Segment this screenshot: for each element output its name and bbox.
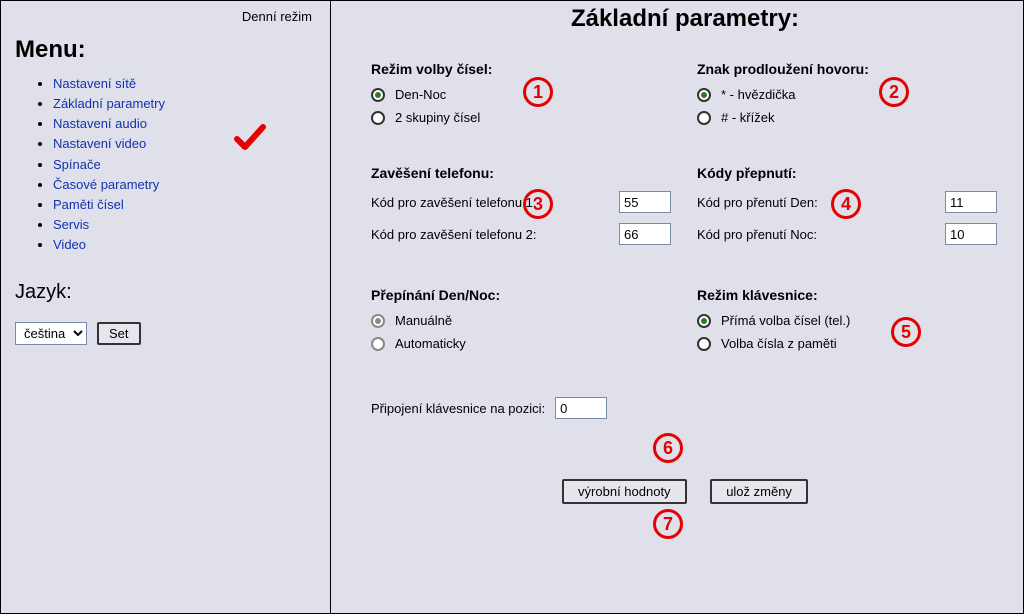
menu-heading: Menu: [15,36,312,64]
radio-prolong-star[interactable] [697,88,711,102]
radio-daynight-manual[interactable] [371,314,385,328]
prolong-title: Znak prodloužení hovoru: [697,61,999,77]
sidebar-item-time[interactable]: Časové parametry [53,177,159,192]
sidebar-item-video-cfg[interactable]: Nastavení video [53,136,146,151]
group-dial-mode: Režim volby čísel: Den-Noc 2 skupiny čís… [371,61,673,133]
switch-night-input[interactable] [945,223,997,245]
radio-label: Přímá volba čísel (tel.) [721,313,850,328]
checkmark-icon [233,123,267,153]
hangup-title: Zavěšení telefonu: [371,165,673,181]
annotation-7-icon: 7 [653,509,683,539]
page-title: Základní parametry: [371,5,999,33]
radio-daynight-auto[interactable] [371,337,385,351]
switch-day-label: Kód pro přenutí Den: [697,195,818,210]
radio-label: # - křížek [721,110,774,125]
group-prolong-char: Znak prodloužení hovoru: * - hvězdička #… [697,61,999,133]
sidebar-item-network[interactable]: Nastavení sítě [53,76,136,91]
keymode-title: Režim klávesnice: [697,287,999,303]
sidebar-item-switches[interactable]: Spínače [53,157,101,172]
sidebar-item-video[interactable]: Video [53,237,86,252]
sidebar-item-audio[interactable]: Nastavení audio [53,116,147,131]
daynight-title: Přepínání Den/Noc: [371,287,673,303]
group-switch-codes: Kódy přepnutí: Kód pro přenutí Den: Kód … [697,165,999,255]
switch-day-input[interactable] [945,191,997,213]
save-changes-button[interactable]: ulož změny [710,479,808,504]
sidebar-item-memories[interactable]: Paměti čísel [53,197,124,212]
radio-label: Volba čísla z paměti [721,336,837,351]
language-heading: Jazyk: [15,281,312,304]
group-daynight-switch: Přepínání Den/Noc: Manuálně Automaticky [371,287,673,359]
hangup2-label: Kód pro zavěšení telefonu 2: [371,227,537,242]
radio-dial-daynight[interactable] [371,88,385,102]
radio-prolong-hash[interactable] [697,111,711,125]
menu-list: Nastavení sítě Základní parametry Nastav… [35,74,312,255]
dial-mode-title: Režim volby čísel: [371,61,673,77]
switch-night-label: Kód pro přenutí Noc: [697,227,817,242]
sidebar: Denní režim Menu: Nastavení sítě Základn… [1,1,331,613]
group-keyboard-mode: Režim klávesnice: Přímá volba čísel (tel… [697,287,999,359]
radio-keymode-memory[interactable] [697,337,711,351]
group-hangup: Zavěšení telefonu: Kód pro zavěšení tele… [371,165,673,255]
language-select[interactable]: čeština [15,322,87,345]
sidebar-item-service[interactable]: Servis [53,217,89,232]
radio-label: 2 skupiny čísel [395,110,480,125]
radio-label: Den-Noc [395,87,446,102]
factory-defaults-button[interactable]: výrobní hodnoty [562,479,687,504]
keyboard-pos-input[interactable] [555,397,607,419]
app-window: Denní režim Menu: Nastavení sítě Základn… [0,0,1024,614]
radio-dial-two-groups[interactable] [371,111,385,125]
radio-label: * - hvězdička [721,87,795,102]
hangup2-input[interactable] [619,223,671,245]
hangup1-input[interactable] [619,191,671,213]
keyboard-pos-label: Připojení klávesnice na pozici: [371,401,545,416]
main-content: Základní parametry: Režim volby čísel: D… [331,1,1023,613]
switchcodes-title: Kódy přepnutí: [697,165,999,181]
sidebar-item-basic[interactable]: Základní parametry [53,96,165,111]
mode-status: Denní režim [15,9,312,24]
radio-keymode-direct[interactable] [697,314,711,328]
radio-label: Automaticky [395,336,466,351]
set-language-button[interactable]: Set [97,322,141,345]
annotation-6-icon: 6 [653,433,683,463]
hangup1-label: Kód pro zavěšení telefonu 1: [371,195,537,210]
radio-label: Manuálně [395,313,452,328]
